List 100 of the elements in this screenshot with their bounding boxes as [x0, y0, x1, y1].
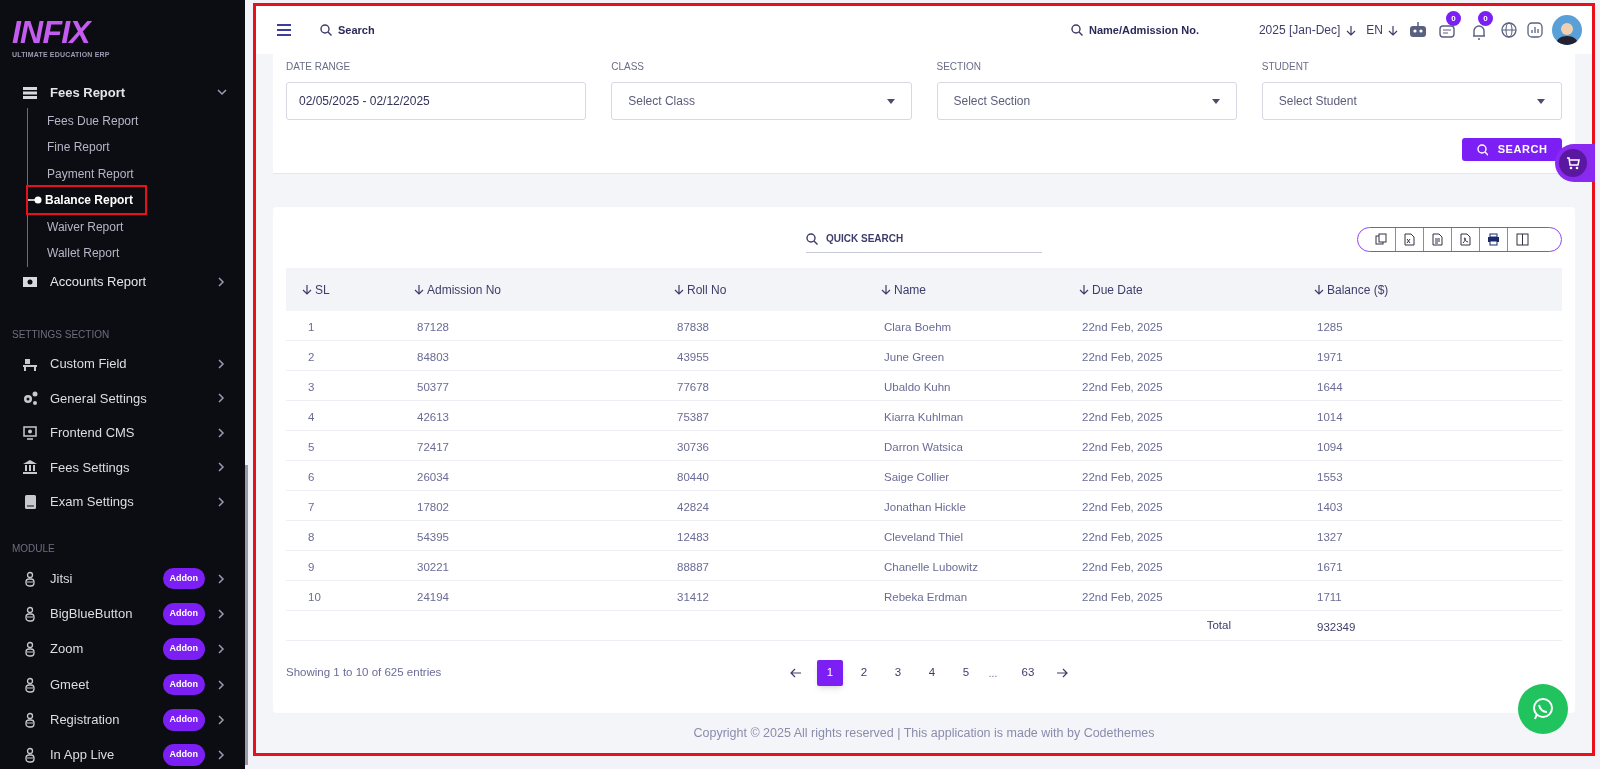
menu-icon[interactable] — [276, 23, 292, 37]
table-cell: 22nd Feb, 2025 — [1082, 500, 1163, 513]
menu-item[interactable]: Custom Field — [50, 354, 205, 374]
copy-icon[interactable] — [1375, 233, 1388, 246]
menu-item[interactable]: Fees Settings — [50, 457, 205, 477]
date-range-field[interactable]: 02/05/2025 - 02/12/2025 — [286, 82, 587, 120]
menu-item[interactable]: Accounts Report — [50, 271, 205, 292]
table-cell: 30736 — [677, 440, 709, 453]
table-cell: 1671 — [1317, 560, 1343, 573]
table-cell: 24194 — [417, 590, 449, 603]
table-cell: 22nd Feb, 2025 — [1082, 470, 1163, 483]
language-selector[interactable]: EN — [1366, 21, 1383, 39]
addon-badge: Addon — [162, 709, 205, 731]
person-icon — [22, 641, 38, 658]
gears-icon — [22, 390, 38, 407]
table-cell: 10 — [308, 590, 321, 603]
select-dropdown[interactable]: Select Section — [936, 82, 1237, 120]
table-cell: 80440 — [677, 470, 709, 483]
columns-icon[interactable] — [1515, 233, 1529, 246]
chat-icon[interactable] — [1438, 23, 1456, 41]
addon-badge: Addon — [162, 567, 205, 590]
table-cell: Saige Collier — [884, 470, 950, 483]
chevron-right-icon — [217, 714, 227, 725]
table-cell: Jonathan Hickle — [884, 500, 966, 513]
table-cell: 22nd Feb, 2025 — [1082, 530, 1163, 543]
select-dropdown[interactable]: Select Class — [611, 82, 912, 120]
chevron-right-icon — [217, 644, 227, 655]
table-cell: 4 — [308, 410, 315, 423]
globe-icon[interactable] — [1500, 21, 1518, 39]
menu-item[interactable]: General Settings — [50, 388, 205, 408]
addon-badge: Addon — [162, 603, 205, 625]
addon-badge: Addon — [162, 673, 205, 696]
menu-item[interactable]: In App Live — [50, 745, 151, 765]
menu-item[interactable]: Fees Report — [50, 82, 205, 103]
search-icon — [1070, 24, 1083, 36]
submenu-item[interactable]: Wallet Report — [28, 244, 120, 263]
table-cell: 22nd Feb, 2025 — [1082, 560, 1163, 573]
menu-item[interactable]: Registration — [50, 710, 151, 730]
column-header[interactable]: Due Date — [1092, 280, 1143, 299]
printer-icon[interactable] — [1487, 233, 1500, 246]
menu-item[interactable]: Jitsi — [50, 568, 151, 589]
submenu-item[interactable]: Fees Due Report — [28, 111, 139, 130]
page-button[interactable]: 63 — [1015, 660, 1041, 686]
user-avatar[interactable] — [1552, 15, 1582, 45]
chevron-right-icon — [217, 679, 227, 690]
submenu-item[interactable]: Payment Report — [28, 164, 134, 183]
menu-item[interactable]: Frontend CMS — [50, 423, 205, 443]
chat-bubble-phone-icon — [1531, 697, 1555, 721]
table-cell: June Green — [884, 350, 945, 363]
column-header[interactable]: Admission No — [427, 280, 502, 299]
dropdown-caret-icon — [1211, 98, 1220, 104]
pdf-file-icon[interactable] — [1459, 233, 1472, 246]
select-dropdown[interactable]: Select Student — [1261, 82, 1562, 120]
year-selector[interactable]: 2025 [Jan-Dec] — [1258, 21, 1341, 39]
robot-icon[interactable] — [1408, 21, 1428, 39]
chevron-right-icon — [217, 573, 227, 584]
arrow-down-icon — [1314, 284, 1324, 295]
table-cell: 42824 — [677, 500, 709, 513]
table-cell: 1014 — [1317, 410, 1343, 423]
bank-icon — [22, 459, 38, 476]
list-icon — [22, 84, 38, 101]
table-cell: Ubaldo Kuhn — [884, 380, 951, 393]
column-header[interactable]: Name — [894, 280, 926, 299]
quick-search-field[interactable]: QUICK SEARCH — [806, 225, 1042, 253]
table-cell: Darron Watsica — [884, 440, 963, 453]
page-button[interactable]: 1 — [817, 660, 843, 686]
table-cell: 1094 — [1317, 440, 1343, 453]
bell-icon[interactable] — [1470, 23, 1488, 41]
excel-file-icon[interactable] — [1403, 233, 1416, 246]
page-button[interactable]: 2 — [851, 660, 877, 686]
table-cell: 17802 — [417, 500, 449, 513]
table-cell: 12483 — [677, 530, 709, 543]
chevron-right-icon — [217, 427, 227, 438]
cart-button[interactable] — [1555, 144, 1595, 182]
selected-marker-icon — [28, 196, 42, 205]
menu-item[interactable]: Zoom — [50, 639, 151, 659]
chart-icon[interactable] — [1526, 21, 1544, 39]
person-icon — [22, 605, 38, 622]
search-button[interactable]: SEARCH — [1462, 138, 1562, 161]
menu-item[interactable]: Gmeet — [50, 674, 151, 695]
search-icon — [806, 233, 818, 245]
submenu-item[interactable]: Fine Report — [28, 138, 110, 157]
table-cell: 43955 — [677, 350, 709, 363]
page-button[interactable]: 3 — [885, 660, 911, 686]
copyright-text: Copyright © 2025 All rights reserved | This application is made with by Codethemes — [693, 724, 1155, 742]
person-icon — [22, 676, 38, 693]
column-header[interactable]: Roll No — [687, 280, 727, 299]
name-search-field[interactable]: Name/Admission No. — [1088, 21, 1219, 39]
page-button[interactable]: 4 — [919, 660, 945, 686]
page-button[interactable]: 5 — [953, 660, 979, 686]
table-cell: 22nd Feb, 2025 — [1082, 350, 1163, 363]
table-cell: 75387 — [677, 410, 709, 423]
column-header[interactable]: Balance ($) — [1327, 280, 1389, 299]
table-cell: 1971 — [1317, 350, 1343, 363]
menu-item[interactable]: Exam Settings — [50, 492, 205, 512]
text-file-icon[interactable] — [1431, 233, 1444, 246]
submenu-item[interactable]: Waiver Report — [28, 217, 124, 236]
search-field[interactable]: Search — [338, 21, 498, 39]
menu-item[interactable]: BigBlueButton — [50, 604, 151, 624]
column-header[interactable]: SL — [315, 280, 330, 299]
